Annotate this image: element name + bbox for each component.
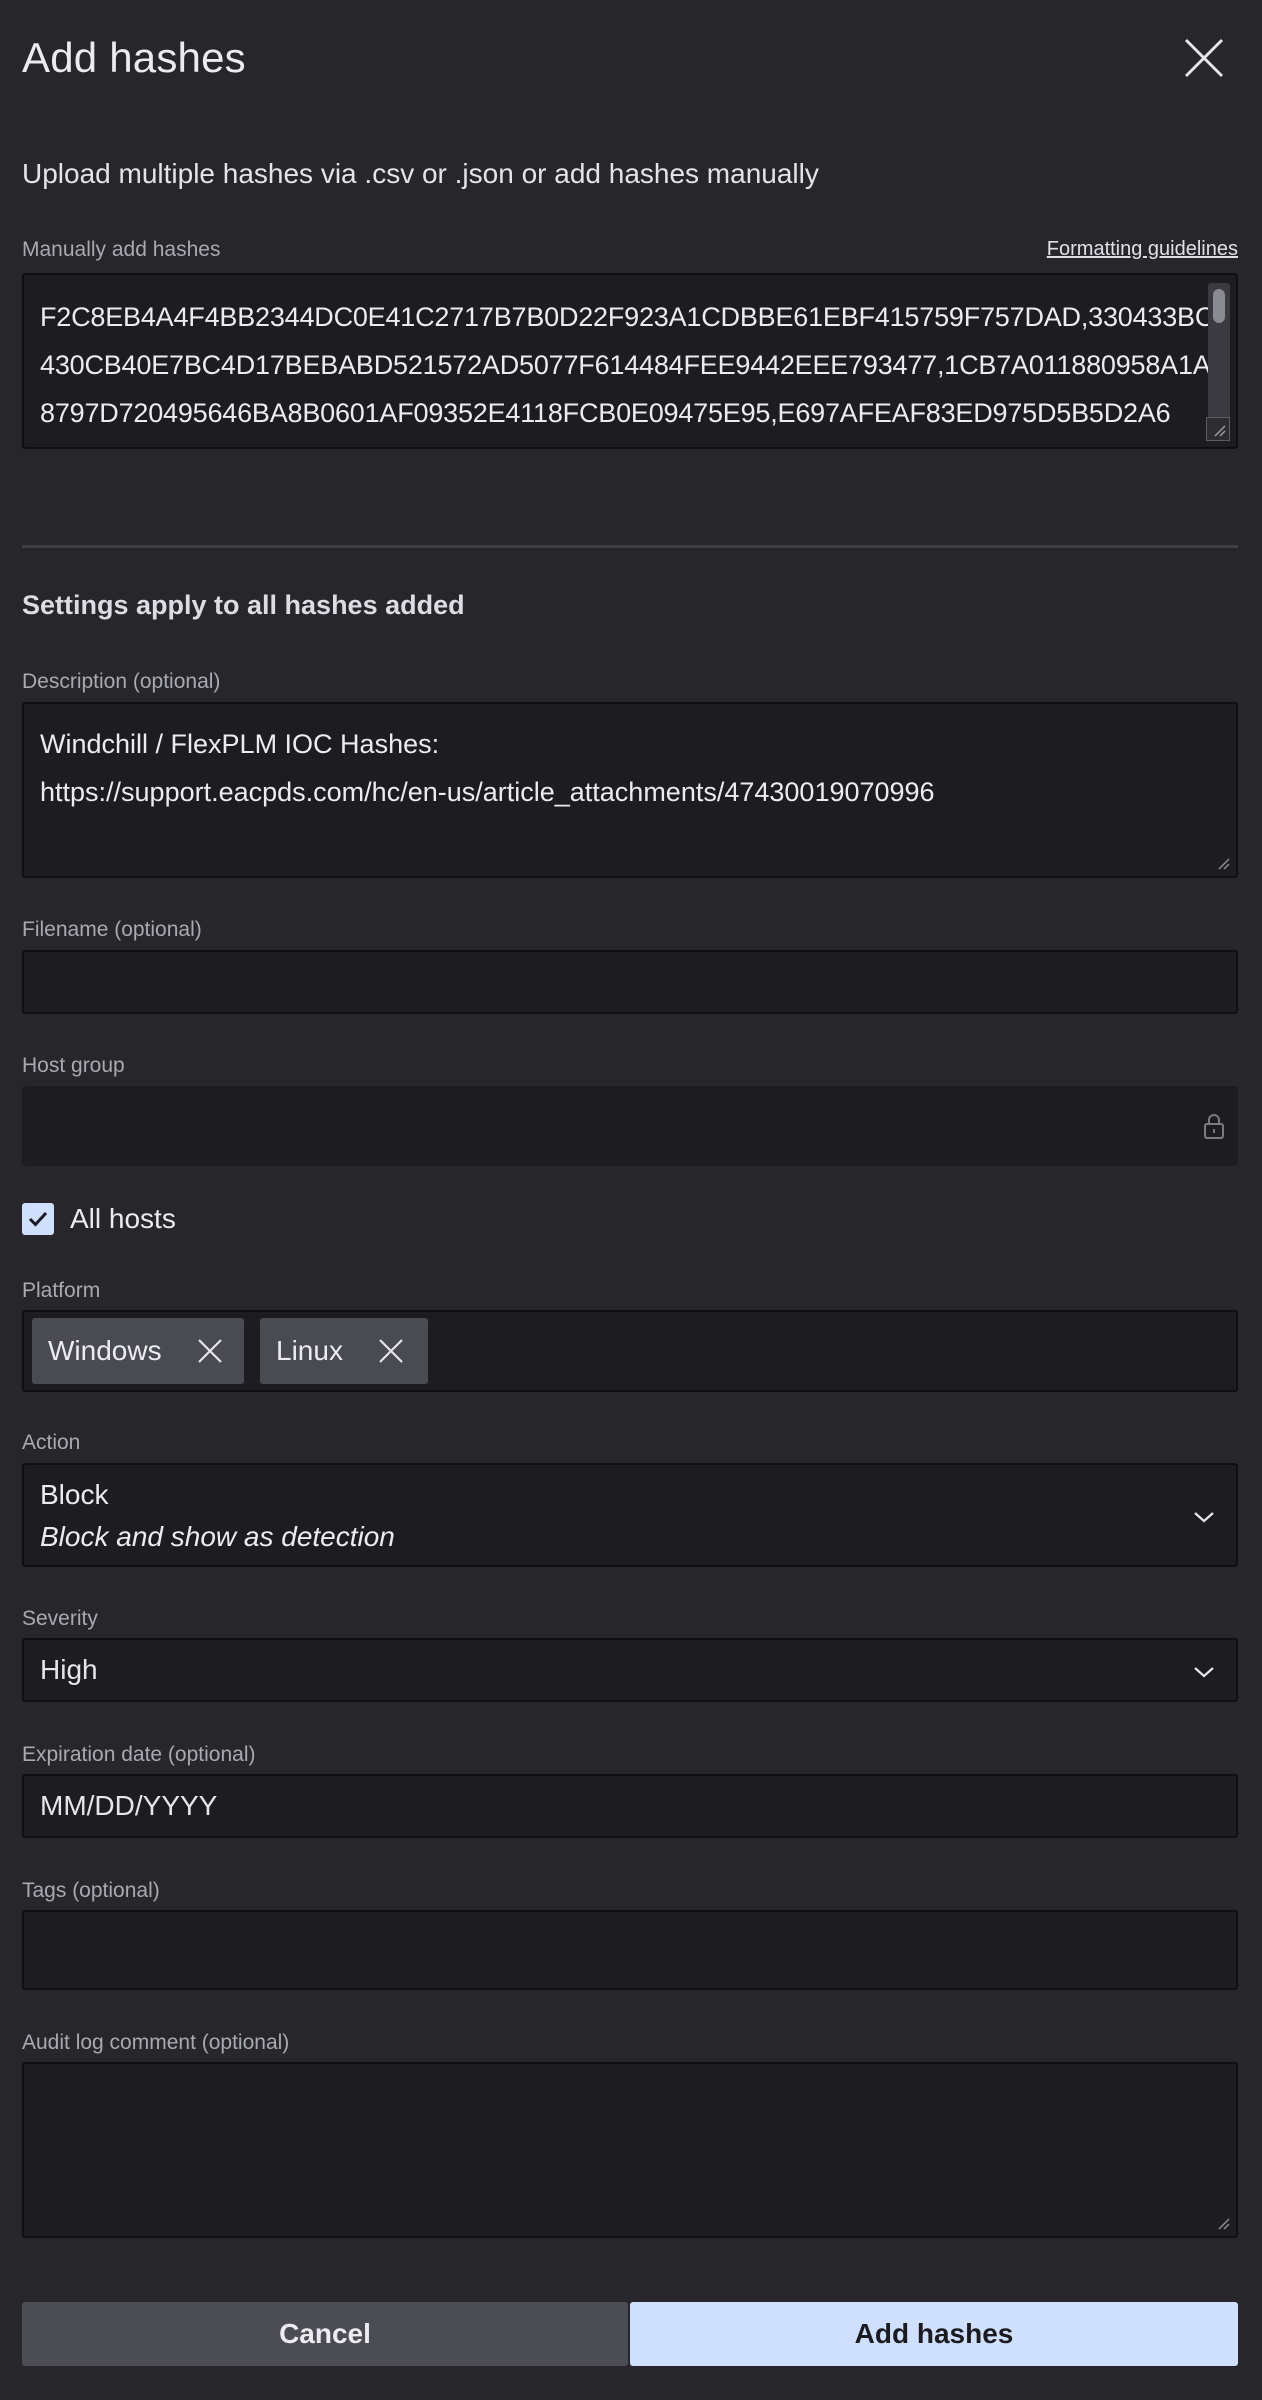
- audit-label: Audit log comment (optional): [22, 2031, 290, 2054]
- action-subtext: Block and show as detection: [40, 1521, 395, 1552]
- chip-label: Linux: [276, 1335, 343, 1366]
- add-hashes-panel: Add hashes Upload multiple hashes via .c…: [0, 0, 1262, 2400]
- page-title: Add hashes: [22, 34, 246, 81]
- resize-handle[interactable]: [1216, 856, 1230, 870]
- severity-label: Severity: [22, 1607, 98, 1630]
- severity-select[interactable]: High: [22, 1638, 1238, 1702]
- checkbox-checked[interactable]: [22, 1203, 54, 1235]
- lock-icon: [1204, 1114, 1224, 1139]
- filename-label: Filename (optional): [22, 918, 202, 941]
- platform-label: Platform: [22, 1279, 101, 1302]
- section-divider: [22, 545, 1238, 548]
- description-textarea[interactable]: Windchill / FlexPLM IOC Hashes: https://…: [22, 702, 1238, 878]
- settings-heading: Settings apply to all hashes added: [22, 590, 465, 620]
- all-hosts-checkbox[interactable]: All hosts: [22, 1203, 176, 1235]
- add-hashes-button[interactable]: Add hashes: [630, 2302, 1238, 2366]
- tags-input[interactable]: [22, 1910, 1238, 1990]
- hash-line: 8797D720495646BA8B0601AF09352E4118FCB0E0…: [40, 398, 1171, 428]
- hashes-label: Manually add hashes: [22, 238, 221, 261]
- close-icon[interactable]: [1182, 36, 1226, 80]
- audit-comment-textarea[interactable]: [22, 2062, 1238, 2238]
- filename-input[interactable]: [22, 950, 1238, 1014]
- action-value: Block: [40, 1479, 109, 1510]
- cancel-button[interactable]: Cancel: [22, 2302, 628, 2366]
- scrollbar[interactable]: [1208, 283, 1230, 433]
- expiration-date-input[interactable]: MM/DD/YYYY: [22, 1774, 1238, 1838]
- formatting-guidelines-link[interactable]: Formatting guidelines: [1047, 238, 1238, 261]
- action-select[interactable]: Block Block and show as detection: [22, 1463, 1238, 1567]
- host-group-label: Host group: [22, 1054, 125, 1077]
- chevron-down-icon: [1194, 1667, 1214, 1678]
- resize-handle[interactable]: [1206, 417, 1230, 441]
- remove-chip-icon[interactable]: [377, 1337, 405, 1365]
- hashes-textarea[interactable]: F2C8EB4A4F4BB2344DC0E41C2717B7B0D22F923A…: [22, 273, 1238, 449]
- panel-header: Add hashes: [22, 28, 1240, 88]
- remove-chip-icon[interactable]: [196, 1337, 224, 1365]
- resize-handle[interactable]: [1216, 2216, 1230, 2230]
- intro-text: Upload multiple hashes via .csv or .json…: [22, 158, 819, 189]
- check-icon: [28, 1211, 48, 1227]
- severity-value: High: [40, 1654, 98, 1685]
- hash-line: F2C8EB4A4F4BB2344DC0E41C2717B7B0D22F923A…: [40, 302, 1215, 332]
- scrollbar-thumb[interactable]: [1213, 289, 1225, 323]
- date-placeholder: MM/DD/YYYY: [40, 1790, 218, 1821]
- platform-chip-windows: Windows: [32, 1318, 244, 1384]
- expiration-label: Expiration date (optional): [22, 1743, 256, 1766]
- host-group-select: [22, 1086, 1238, 1166]
- platform-multiselect[interactable]: Windows Linux: [22, 1310, 1238, 1392]
- description-line: https://support.eacpds.com/hc/en-us/arti…: [40, 777, 935, 807]
- all-hosts-label: All hosts: [70, 1203, 176, 1234]
- action-label: Action: [22, 1431, 81, 1454]
- chevron-down-icon: [1194, 1512, 1214, 1523]
- filename-field[interactable]: [24, 952, 1236, 1012]
- tags-label: Tags (optional): [22, 1879, 160, 1902]
- platform-chip-linux: Linux: [260, 1318, 428, 1384]
- description-line: Windchill / FlexPLM IOC Hashes:: [40, 729, 440, 759]
- description-label: Description (optional): [22, 670, 221, 693]
- chip-label: Windows: [48, 1335, 162, 1366]
- hash-line: 430CB40E7BC4D17BEBABD521572AD5077F614484…: [40, 350, 1211, 380]
